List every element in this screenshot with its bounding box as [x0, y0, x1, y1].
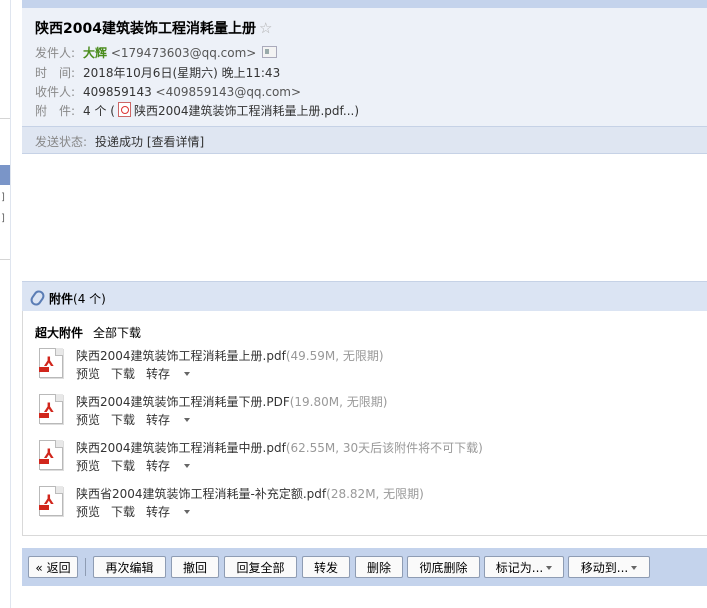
sidebar-divider	[0, 118, 10, 119]
sender-address[interactable]: <179473603@qq.com>	[111, 46, 257, 60]
attachments-count: (4 个)	[73, 292, 106, 306]
delete-button[interactable]: 删除	[355, 556, 403, 578]
folder-sidebar-edge: ] ]	[0, 0, 11, 608]
mark-as-menu[interactable]: 标记为...	[484, 556, 564, 578]
contact-card-icon[interactable]	[262, 46, 278, 58]
attachment-item: ⅄ 陕西2004建筑装饰工程消耗量上册.pdf(49.59M, 无限期) 预览下…	[37, 347, 697, 387]
attachment-actions: 预览 下载 转存	[76, 457, 201, 474]
chevron-down-icon	[184, 510, 191, 514]
attachments-subheader: 超大附件 全部下载	[35, 324, 141, 341]
chevron-down-icon	[631, 566, 638, 570]
attachment-name[interactable]: 陕西2004建筑装饰工程消耗量上册.pdf(49.59M, 无限期)	[76, 347, 384, 364]
pdf-file-icon: ⅄	[37, 347, 63, 378]
attachment-item: ⅄ 陕西2004建筑装饰工程消耗量下册.PDF(19.80M, 无限期) 预览下…	[37, 393, 697, 433]
preview-link[interactable]: 预览	[76, 459, 100, 473]
attachments-title-text: 附件	[49, 292, 74, 306]
top-toolbar-strip	[22, 0, 707, 8]
bottom-toolbar: « 返回 再次编辑 撤回 回复全部 转发 删除 彻底删除 标记为... 移动到.…	[22, 548, 707, 586]
save-to-menu[interactable]: 转存	[146, 413, 191, 427]
chevron-down-icon	[184, 418, 191, 422]
star-icon[interactable]: ☆	[259, 19, 272, 37]
preview-link[interactable]: 预览	[76, 505, 100, 519]
sidebar-bracket: ]	[1, 192, 5, 203]
pdf-icon	[117, 102, 131, 117]
attachments-header: 附件(4 个)	[22, 281, 707, 312]
recipient-name[interactable]: 409859143	[83, 85, 152, 99]
chevron-down-icon	[546, 566, 553, 570]
attachment-meta: (19.80M, 无限期)	[289, 395, 388, 409]
sidebar-selected-item[interactable]	[0, 165, 10, 185]
download-link[interactable]: 下载	[111, 367, 135, 381]
attachment-name[interactable]: 陕西2004建筑装饰工程消耗量中册.pdf(62.55M, 30天后该附件将不可…	[76, 439, 483, 456]
attach-row: 附 件: 4 个 ( 陕西2004建筑装饰工程消耗量上册.pdf...)	[35, 102, 359, 119]
view-details-link[interactable]: [查看详情]	[147, 135, 204, 149]
pdf-file-icon: ⅄	[37, 393, 63, 424]
send-status-row: 发送状态: 投递成功 [查看详情]	[35, 133, 204, 150]
to-label: 收件人:	[35, 85, 76, 99]
reply-all-button[interactable]: 回复全部	[224, 556, 297, 578]
download-link[interactable]: 下载	[111, 413, 135, 427]
attachment-item: ⅄ 陕西省2004建筑装饰工程消耗量-补充定额.pdf(28.82M, 无限期)…	[37, 485, 697, 525]
pdf-file-icon: ⅄	[37, 485, 63, 516]
attachment-name[interactable]: 陕西2004建筑装饰工程消耗量下册.PDF(19.80M, 无限期)	[76, 393, 387, 410]
back-button[interactable]: « 返回	[28, 556, 78, 578]
from-row: 发件人: 大辉 <179473603@qq.com>	[35, 44, 278, 61]
sidebar-divider	[0, 259, 10, 260]
attachment-meta: (62.55M, 30天后该附件将不可下载)	[285, 441, 483, 455]
attachment-meta: (49.59M, 无限期)	[285, 349, 384, 363]
send-status-bar: 发送状态: 投递成功 [查看详情]	[22, 126, 707, 154]
attachment-meta: (28.82M, 无限期)	[326, 487, 424, 501]
send-status-value: 投递成功	[95, 135, 144, 149]
chevron-down-icon	[184, 464, 191, 468]
sidebar-bracket: ]	[1, 213, 5, 224]
attach-first-link[interactable]: 陕西2004建筑装饰工程消耗量上册.pdf...)	[134, 104, 359, 118]
sender-name[interactable]: 大辉	[83, 46, 107, 60]
attachments-panel: 超大附件 全部下载 ⅄ 陕西2004建筑装饰工程消耗量上册.pdf(49.59M,…	[22, 311, 707, 536]
forward-button[interactable]: 转发	[302, 556, 350, 578]
time-label: 时 间:	[35, 66, 76, 80]
download-link[interactable]: 下载	[111, 459, 135, 473]
attachments-title: 附件(4 个)	[49, 290, 106, 307]
attachment-name[interactable]: 陕西省2004建筑装饰工程消耗量-补充定额.pdf(28.82M, 无限期)	[76, 485, 424, 502]
email-header: 陕西2004建筑装饰工程消耗量上册 ☆ 发件人: 大辉 <179473603@qq.…	[22, 8, 707, 126]
reedit-button[interactable]: 再次编辑	[93, 556, 166, 578]
download-link[interactable]: 下载	[111, 505, 135, 519]
attachment-item: ⅄ 陕西2004建筑装饰工程消耗量中册.pdf(62.55M, 30天后该附件将…	[37, 439, 697, 479]
delete-forever-button[interactable]: 彻底删除	[407, 556, 480, 578]
save-to-menu[interactable]: 转存	[146, 505, 191, 519]
preview-link[interactable]: 预览	[76, 367, 100, 381]
attachment-actions: 预览 下载 转存	[76, 411, 201, 428]
from-label: 发件人:	[35, 46, 76, 60]
time-value: 2018年10月6日(星期六) 晚上11:43	[83, 66, 281, 80]
download-all-link[interactable]: 全部下载	[93, 326, 141, 340]
attachment-actions: 预览 下载 转存	[76, 503, 201, 520]
recipient-address[interactable]: <409859143@qq.com>	[156, 85, 302, 99]
save-to-menu[interactable]: 转存	[146, 459, 191, 473]
email-subject: 陕西2004建筑装饰工程消耗量上册 ☆	[35, 18, 272, 38]
super-attachment-label: 超大附件	[35, 326, 84, 340]
toolbar-divider	[85, 558, 86, 576]
paperclip-icon	[28, 288, 47, 308]
save-to-menu[interactable]: 转存	[146, 367, 191, 381]
preview-link[interactable]: 预览	[76, 413, 100, 427]
attachment-actions: 预览 下载 转存	[76, 365, 201, 382]
send-status-label: 发送状态:	[35, 135, 88, 149]
attach-label: 附 件:	[35, 104, 76, 118]
to-row: 收件人: 409859143 <409859143@qq.com>	[35, 83, 301, 100]
pdf-file-icon: ⅄	[37, 439, 63, 470]
subject-text: 陕西2004建筑装饰工程消耗量上册	[35, 21, 256, 37]
attach-count: 4 个 (	[83, 104, 115, 118]
time-row: 时 间: 2018年10月6日(星期六) 晚上11:43	[35, 64, 280, 81]
recall-button[interactable]: 撤回	[171, 556, 219, 578]
chevron-down-icon	[184, 372, 191, 376]
move-to-menu[interactable]: 移动到...	[568, 556, 650, 578]
